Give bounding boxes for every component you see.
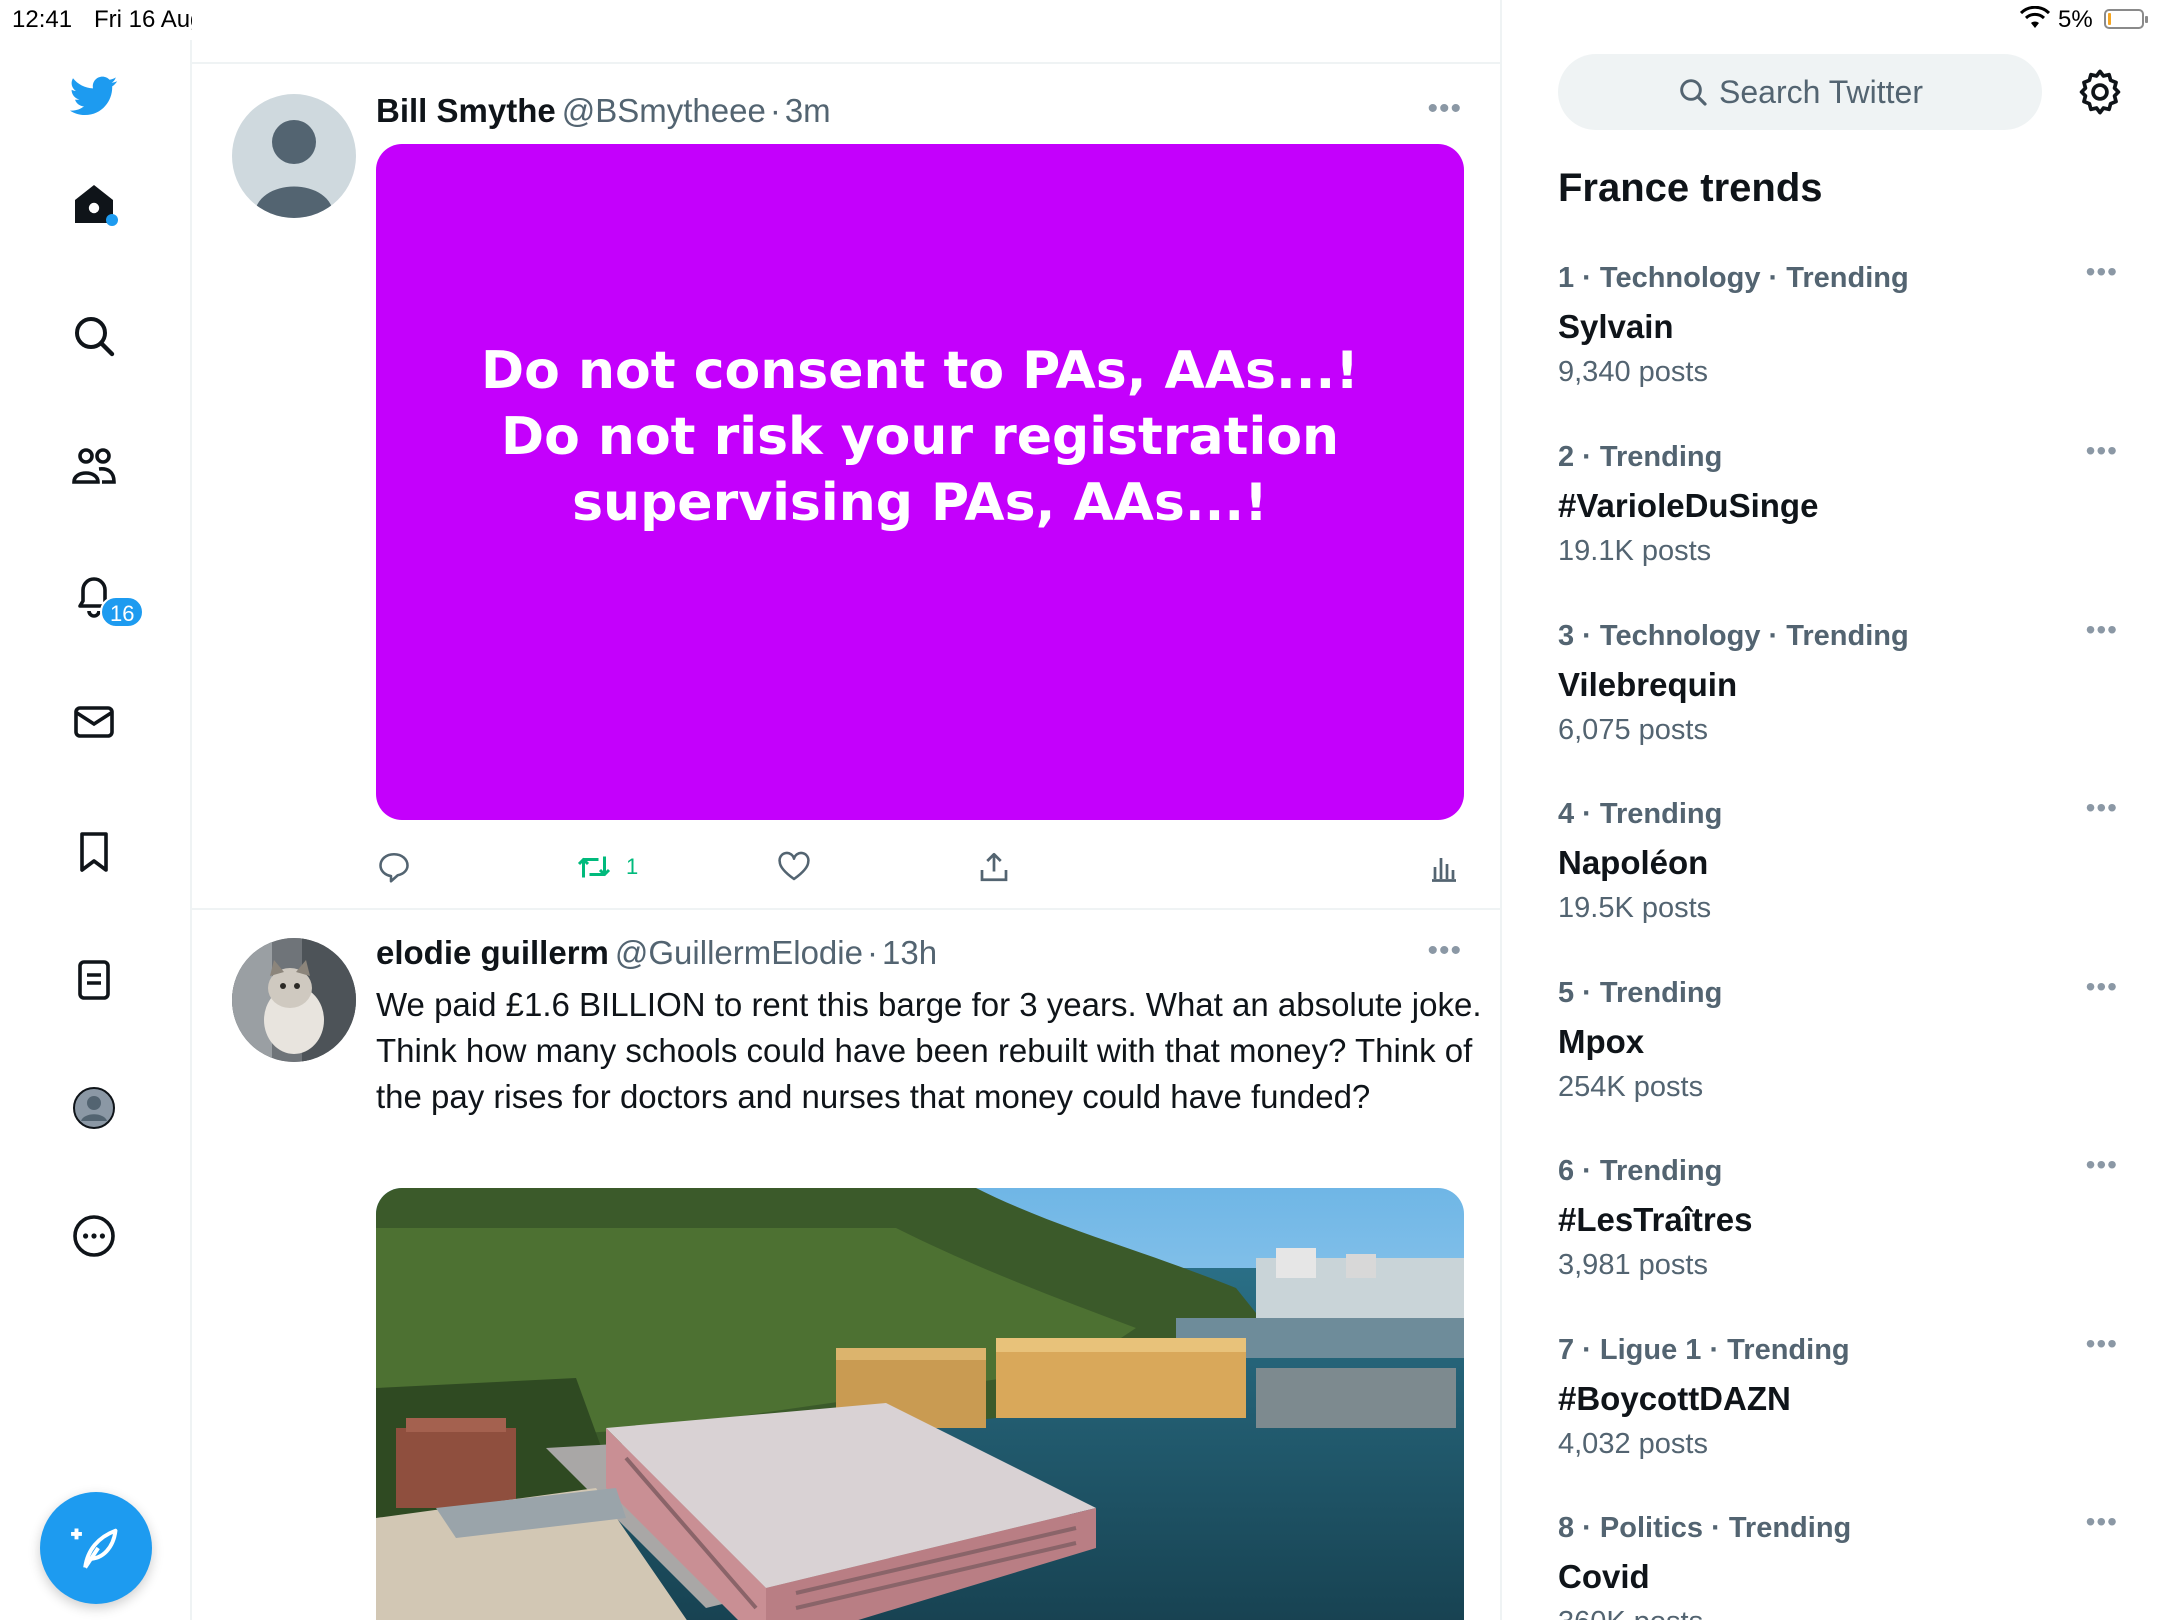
trend-more-icon[interactable]: ••• [2086, 256, 2118, 288]
search-icon [1680, 79, 1707, 106]
tweet[interactable]: elodie guillerm @GuillermElodie · 13h ••• W… [192, 910, 1500, 1620]
more-options-icon[interactable] [66, 1208, 122, 1264]
tweet-author-handle[interactable]: @GuillermElodie [615, 934, 863, 971]
trend-post-count: 3,981 posts [1558, 1249, 1708, 1281]
reply-icon [379, 852, 409, 883]
trend-topic: Napoléon [1558, 844, 1709, 881]
trend-topic: Vilebrequin [1558, 666, 1738, 703]
trend-topic: #LesTraîtres [1558, 1201, 1753, 1238]
tweet-text: We paid £1.6 BILLION to rent this barge … [376, 986, 1482, 1115]
trend-topic: #BoycottDAZN [1558, 1380, 1791, 1417]
share-icon [980, 852, 1008, 882]
card-text: Do not consent to PAs, AAs...! Do not ri… [481, 338, 1359, 536]
tweet-photo[interactable] [376, 1188, 1464, 1620]
trend-more-icon[interactable]: ••• [2086, 792, 2118, 824]
tweet-author-handle[interactable]: @BSmytheee [562, 92, 766, 129]
avatar[interactable] [232, 94, 356, 218]
tweet-author-name[interactable]: elodie guillerm [376, 934, 609, 971]
status-time: 12:41 [12, 6, 73, 33]
trend-topic: Covid [1558, 1558, 1650, 1595]
search-icon[interactable] [66, 308, 122, 364]
trend-item[interactable]: 1 · Technology · Trending Sylvain 9,340 … [1558, 256, 2118, 432]
trend-meta: 4 · Trending [1558, 798, 1723, 830]
trend-post-count: 360K posts [1558, 1606, 1703, 1620]
trend-post-count: 19.1K posts [1558, 535, 1712, 567]
compose-tweet-button[interactable] [40, 1492, 152, 1604]
twitter-logo-icon[interactable] [66, 68, 122, 124]
tweet-time[interactable]: 3m [785, 92, 831, 129]
trend-topic: Sylvain [1558, 308, 1674, 345]
tweet[interactable]: Bill Smythe @BSmytheee · 3m ••• Do not cons… [192, 64, 1500, 910]
trends-title: France trends [1558, 166, 1823, 210]
separator-dot: · [866, 934, 878, 971]
trend-post-count: 4,032 posts [1558, 1428, 1708, 1460]
tweet-more-icon[interactable]: ••• [1427, 92, 1462, 126]
tweet-image-card[interactable]: Do not consent to PAs, AAs...! Do not ri… [376, 144, 1464, 820]
bookmarks-icon[interactable] [66, 824, 122, 880]
retweet-button[interactable]: 1 [576, 842, 638, 892]
right-sidebar: Search Twitter France trends 1 · Technol… [1504, 0, 2160, 1620]
tweet-time[interactable]: 13h [882, 934, 937, 971]
retweet-icon [577, 856, 611, 878]
card-text-line: supervising PAs, AAs...! [572, 473, 1268, 533]
trend-meta: 3 · Technology · Trending [1558, 620, 1909, 652]
analytics-button[interactable] [1426, 842, 1462, 892]
heart-icon [778, 851, 810, 881]
trend-item[interactable]: 5 · Trending Mpox 254K posts ••• [1558, 971, 2118, 1147]
trend-topic: #VarioleDuSinge [1558, 487, 1819, 524]
trend-meta: 2 · Trending [1558, 441, 1723, 473]
search-placeholder: Search Twitter [1719, 73, 1923, 110]
separator-dot: · [769, 92, 781, 129]
trend-item[interactable]: 6 · Trending #LesTraîtres 3,981 posts ••… [1558, 1149, 2118, 1325]
trend-more-icon[interactable]: ••• [2086, 971, 2118, 1003]
share-button[interactable] [976, 842, 1012, 892]
trend-item[interactable]: 8 · Politics · Trending Covid 360K posts… [1558, 1512, 2118, 1620]
trend-item[interactable]: 2 · Trending #VarioleDuSinge 19.1K posts… [1558, 435, 2118, 611]
trend-post-count: 19.5K posts [1558, 892, 1712, 924]
notifications-badge: 16 [100, 596, 145, 628]
home-unread-dot [106, 214, 118, 226]
trend-post-count: 9,340 posts [1558, 356, 1708, 388]
profile-avatar-icon[interactable] [66, 1080, 122, 1136]
card-text-line: Do not risk your registration [500, 407, 1340, 467]
status-date: Fri 16 Aug [94, 6, 204, 33]
reply-button[interactable] [376, 842, 412, 892]
avatar[interactable] [232, 938, 356, 1062]
trend-post-count: 254K posts [1558, 1071, 1704, 1103]
tweet-header: elodie guillerm @GuillermElodie · 13h [376, 934, 937, 972]
trend-meta: 5 · Trending [1558, 977, 1723, 1009]
like-button[interactable] [776, 842, 812, 892]
trend-item[interactable]: 4 · Trending Napoléon 19.5K posts ••• [1558, 792, 2118, 968]
trend-more-icon[interactable]: ••• [2086, 614, 2118, 646]
tweet-more-icon[interactable]: ••• [1427, 934, 1462, 968]
trend-topic: Mpox [1558, 1023, 1645, 1060]
lists-icon[interactable] [66, 952, 122, 1008]
settings-gear-icon[interactable] [2074, 66, 2126, 118]
sidebar-nav: 16 [0, 40, 192, 1620]
trend-meta: 8 · Politics · Trending [1558, 1512, 1852, 1544]
analytics-bars-icon [1432, 858, 1456, 882]
trend-item[interactable]: 3 · Technology · Trending Vilebrequin 6,… [1558, 614, 2118, 790]
trend-item[interactable]: 7 · Ligue 1 · Trending #BoycottDAZN 4,03… [1558, 1328, 2118, 1504]
trend-meta: 1 · Technology · Trending [1558, 262, 1909, 294]
compose-feather-icon [71, 1528, 118, 1569]
tweet-author-name[interactable]: Bill Smythe [376, 92, 556, 129]
trend-post-count: 6,075 posts [1558, 714, 1708, 746]
card-text-line: Do not consent to PAs, AAs...! [481, 341, 1359, 401]
messages-mail-icon[interactable] [66, 694, 122, 750]
trend-more-icon[interactable]: ••• [2086, 1149, 2118, 1181]
timeline-header [192, 0, 1500, 64]
communities-icon[interactable] [66, 438, 122, 494]
trend-more-icon[interactable]: ••• [2086, 1328, 2118, 1360]
home-timeline: Bill Smythe @BSmytheee · 3m ••• Do not cons… [192, 0, 1502, 1620]
trend-meta: 7 · Ligue 1 · Trending [1558, 1334, 1850, 1366]
retweet-count: 1 [626, 854, 639, 879]
tweet-header: Bill Smythe @BSmytheee · 3m [376, 92, 831, 130]
trend-meta: 6 · Trending [1558, 1155, 1723, 1187]
trend-more-icon[interactable]: ••• [2086, 1512, 2118, 1538]
tweet-actions: 1 [376, 842, 1464, 892]
trend-more-icon[interactable]: ••• [2086, 435, 2118, 467]
search-input[interactable]: Search Twitter [1558, 54, 2042, 130]
